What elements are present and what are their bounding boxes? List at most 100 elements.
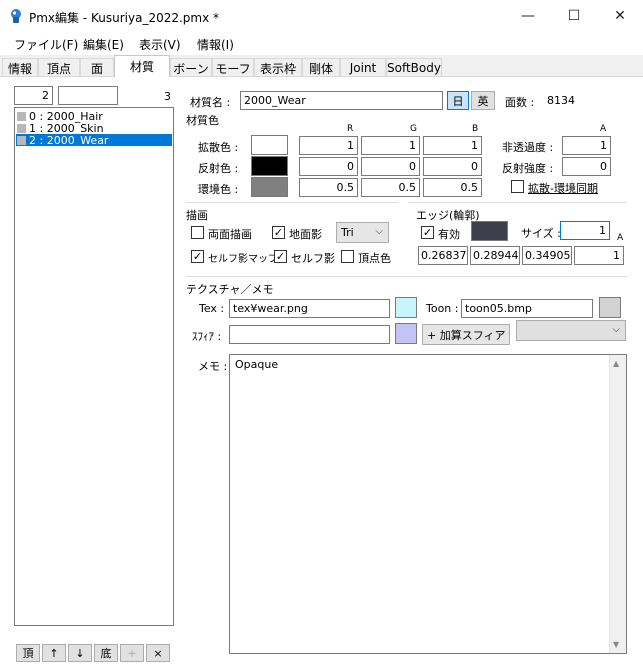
specular-power-label: 反射強度 : <box>502 162 554 175</box>
list-item[interactable]: 1 : 2000_Skin <box>16 122 172 135</box>
sync-checkbox[interactable] <box>511 180 524 193</box>
delete-button[interactable]: × <box>146 644 170 662</box>
lang-jp-button[interactable]: 日 <box>447 91 469 110</box>
tex-swatch[interactable] <box>395 297 417 318</box>
tab-bone[interactable]: ボーン <box>170 58 212 77</box>
tab-softbody[interactable]: SoftBody <box>386 58 442 77</box>
sync-label: 拡散-環境同期 <box>528 182 598 195</box>
close-icon: ✕ <box>614 7 626 24</box>
move-top-button[interactable]: 頂 <box>16 644 40 662</box>
tab-morph[interactable]: モーフ <box>212 58 254 77</box>
chevron-down-icon: ⌵ <box>375 226 383 237</box>
col-a-header: A <box>600 124 607 134</box>
move-down-button[interactable]: ↓ <box>68 644 92 662</box>
memo-textarea[interactable]: Opaque ▲ ▼ <box>229 354 627 654</box>
vertex-color-label: 頂点色 <box>358 252 391 265</box>
memo-text: Opaque <box>235 358 279 371</box>
tab-display-frame[interactable]: 表示枠 <box>254 58 302 77</box>
toon-select[interactable]: ⌵ <box>516 320 626 341</box>
edge-size-input[interactable]: 1 <box>560 221 610 240</box>
ground-shadow-label: 地面影 <box>289 228 322 241</box>
col-r-header: R <box>347 124 354 134</box>
minimize-button[interactable]: — <box>505 0 551 31</box>
menu-info[interactable]: 情報(I) <box>197 36 234 53</box>
face-count-value: 8134 <box>547 94 575 107</box>
lang-en-button[interactable]: 英 <box>471 91 495 110</box>
chevron-down-icon: ⌵ <box>496 328 504 339</box>
edge-enabled-checkbox[interactable]: ✓ <box>421 226 434 239</box>
ground-shadow-checkbox[interactable]: ✓ <box>272 226 285 239</box>
ambient-label: 環境色 : <box>198 183 239 196</box>
maximize-icon: ☐ <box>567 7 581 24</box>
self-shadow-map-checkbox[interactable]: ✓ <box>191 250 204 263</box>
material-square-icon <box>17 123 26 133</box>
menu-file[interactable]: ファイル(F) <box>14 36 78 53</box>
primitive-select[interactable]: Tri ⌵ <box>336 222 389 243</box>
diffuse-b-input[interactable]: 1 <box>423 136 482 155</box>
index-input[interactable]: 2 <box>14 86 53 105</box>
col-g-header: G <box>410 124 417 134</box>
edge-g-input[interactable]: 0.289440 <box>470 246 520 265</box>
material-color-section: 材質色 <box>186 114 219 127</box>
drawing-section: 描画 <box>186 209 208 222</box>
toon-swatch[interactable] <box>599 297 621 318</box>
sphere-mode-value: + 加算スフィア <box>427 328 506 342</box>
list-item[interactable]: 0 : 2000_Hair <box>16 110 172 123</box>
app-icon <box>8 8 24 24</box>
sphere-mode-select[interactable]: + 加算スフィア ⌵ <box>422 324 510 345</box>
list-item[interactable]: 2 : 2000_Wear <box>16 134 172 147</box>
alpha-input[interactable]: 1 <box>562 136 611 155</box>
specular-power-input[interactable]: 0 <box>562 157 611 176</box>
edge-a-input[interactable]: 1 <box>574 246 624 265</box>
texture-section: テクスチャ／メモ <box>186 283 274 296</box>
window-title: Pmx編集 - Kusuriya_2022.pmx * <box>29 11 220 25</box>
close-button[interactable]: ✕ <box>597 0 643 31</box>
specular-r-input[interactable]: 0 <box>299 157 358 176</box>
vertex-color-checkbox[interactable] <box>341 250 354 263</box>
menu-edit[interactable]: 編集(E) <box>83 36 124 53</box>
specular-g-input[interactable]: 0 <box>361 157 420 176</box>
edge-b-input[interactable]: 0.349056 <box>522 246 572 265</box>
toon-input[interactable]: toon05.bmp <box>461 299 593 318</box>
tab-vertex[interactable]: 頂点 <box>38 58 80 77</box>
material-name-label: 材質名 : <box>190 96 231 109</box>
tab-joint[interactable]: Joint <box>340 58 386 77</box>
scroll-up-icon[interactable]: ▲ <box>613 359 619 368</box>
ambient-g-input[interactable]: 0.5 <box>361 178 420 197</box>
material-name-input[interactable]: 2000_Wear <box>240 91 443 110</box>
edge-color-swatch[interactable] <box>471 221 508 241</box>
ambient-b-input[interactable]: 0.5 <box>423 178 482 197</box>
specular-swatch[interactable] <box>251 156 288 176</box>
edge-r-input[interactable]: 0.268378 <box>418 246 468 265</box>
material-list[interactable]: 0 : 2000_Hair 1 : 2000_Skin 2 : 2000_Wea… <box>14 107 174 626</box>
sphere-input[interactable] <box>229 325 390 344</box>
specular-b-input[interactable]: 0 <box>423 157 482 176</box>
alpha-label: 非透過度 : <box>502 141 554 154</box>
memo-scrollbar[interactable]: ▲ ▼ <box>609 355 626 653</box>
sphere-swatch[interactable] <box>395 323 417 344</box>
diffuse-swatch[interactable] <box>251 135 288 155</box>
edge-size-label: サイズ : <box>521 227 561 240</box>
tab-rigid-body[interactable]: 剛体 <box>302 58 340 77</box>
diffuse-r-input[interactable]: 1 <box>299 136 358 155</box>
list-search-input[interactable] <box>58 86 118 105</box>
double-sided-label: 両面描画 <box>208 228 252 241</box>
maximize-button[interactable]: ☐ <box>551 0 597 31</box>
drawing-group-border <box>186 202 398 203</box>
tab-material[interactable]: 材質 <box>114 55 170 77</box>
self-shadow-checkbox[interactable]: ✓ <box>274 250 287 263</box>
double-sided-checkbox[interactable] <box>191 226 204 239</box>
col-b-header: B <box>472 124 479 134</box>
diffuse-g-input[interactable]: 1 <box>361 136 420 155</box>
move-bottom-button[interactable]: 底 <box>94 644 118 662</box>
ambient-r-input[interactable]: 0.5 <box>299 178 358 197</box>
ambient-swatch[interactable] <box>251 177 288 197</box>
tab-info[interactable]: 情報 <box>2 58 38 77</box>
menu-view[interactable]: 表示(V) <box>139 36 181 53</box>
move-up-button[interactable]: ↑ <box>42 644 66 662</box>
add-button[interactable]: + <box>120 644 144 662</box>
tex-input[interactable]: tex¥wear.png <box>229 299 390 318</box>
scroll-down-icon[interactable]: ▼ <box>613 640 619 649</box>
tab-face[interactable]: 面 <box>80 58 114 77</box>
material-square-icon <box>17 111 26 121</box>
